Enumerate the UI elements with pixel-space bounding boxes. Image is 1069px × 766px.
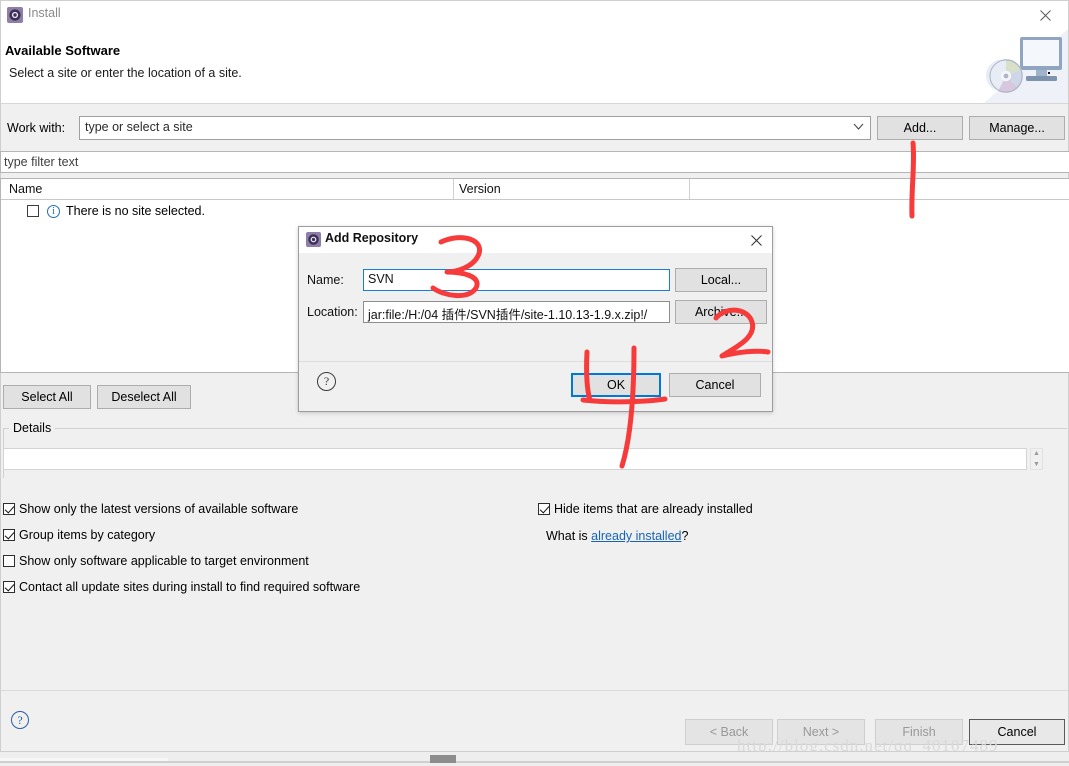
help-icon[interactable]: ? xyxy=(317,372,336,391)
checkbox[interactable] xyxy=(3,555,15,567)
location-label: Location: xyxy=(307,305,358,319)
checkbox[interactable] xyxy=(3,503,15,515)
column-header-name[interactable]: Name xyxy=(9,182,42,196)
add-repository-dialog: Add Repository Name: SVN Local... Locati… xyxy=(298,226,773,412)
work-with-label: Work with: xyxy=(7,121,66,135)
chevron-down-icon[interactable] xyxy=(853,122,864,133)
option-label: Contact all update sites during install … xyxy=(19,580,361,594)
option-label: Group items by category xyxy=(19,528,156,542)
taskbar-strip xyxy=(0,752,1069,766)
window-title: Install xyxy=(28,6,61,20)
option-label: Show only software applicable to target … xyxy=(19,554,309,568)
close-icon[interactable] xyxy=(1022,1,1068,29)
filter-input[interactable]: type filter text xyxy=(0,151,1069,173)
work-with-row: Work with: type or select a site Add... … xyxy=(1,116,1068,142)
manage-button[interactable]: Manage... xyxy=(969,116,1065,140)
help-icon[interactable]: ? xyxy=(11,711,29,729)
column-divider-2[interactable] xyxy=(689,179,690,199)
taskbar-highlight xyxy=(0,758,168,761)
option-contact-update-sites[interactable]: Contact all update sites during install … xyxy=(3,580,360,594)
what-is-already-installed: What is already installed? xyxy=(546,529,688,543)
name-label: Name: xyxy=(307,273,344,287)
option-label: Hide items that are already installed xyxy=(554,502,753,516)
archive-button[interactable]: Archive... xyxy=(675,300,767,324)
details-scrollbar[interactable]: ▲ ▼ xyxy=(1030,448,1043,470)
row-label: There is no site selected. xyxy=(66,204,205,218)
location-input[interactable]: jar:file:/H:/04 插件/SVN插件/site-1.10.13-1.… xyxy=(363,301,670,323)
option-group-by-category[interactable]: Group items by category xyxy=(3,528,155,542)
work-with-combo[interactable]: type or select a site xyxy=(79,116,871,140)
column-divider-1[interactable] xyxy=(453,179,454,199)
details-label: Details xyxy=(9,421,56,435)
option-label: Show only the latest versions of availab… xyxy=(19,502,299,516)
window-title-bar: Install xyxy=(1,1,1068,29)
table-header: Name Version xyxy=(1,179,1069,200)
checkbox[interactable] xyxy=(3,581,15,593)
add-button[interactable]: Add... xyxy=(877,116,963,140)
details-group: Details ▲ ▼ xyxy=(3,420,1067,482)
group-border-top xyxy=(3,428,1067,429)
checkbox[interactable] xyxy=(538,503,550,515)
page-subtitle: Select a site or enter the location of a… xyxy=(9,66,242,80)
table-row[interactable]: i There is no site selected. xyxy=(1,201,205,221)
name-input[interactable]: SVN xyxy=(363,269,670,291)
dialog-title: Add Repository xyxy=(325,231,419,245)
option-target-environment[interactable]: Show only software applicable to target … xyxy=(3,554,309,568)
eclipse-install-icon xyxy=(7,7,23,23)
page-title: Available Software xyxy=(5,43,121,58)
details-text xyxy=(3,448,1027,470)
taskbar-nub xyxy=(430,755,456,763)
monitor-cd-icon xyxy=(984,29,1068,103)
what-is-suffix: ? xyxy=(681,529,689,543)
scroll-down-icon[interactable]: ▼ xyxy=(1033,460,1040,469)
deselect-all-button[interactable]: Deselect All xyxy=(97,385,191,409)
scroll-up-icon[interactable]: ▲ xyxy=(1033,449,1040,458)
option-hide-installed[interactable]: Hide items that are already installed xyxy=(538,502,753,516)
row-checkbox[interactable] xyxy=(27,205,39,217)
info-icon: i xyxy=(47,204,60,218)
local-button[interactable]: Local... xyxy=(675,268,767,292)
filter-placeholder: type filter text xyxy=(4,155,79,169)
wizard-header: Available Software Select a site or ente… xyxy=(1,29,1068,104)
option-show-latest-versions[interactable]: Show only the latest versions of availab… xyxy=(3,502,298,516)
dialog-title-bar: Add Repository xyxy=(299,227,772,253)
ok-button[interactable]: OK xyxy=(571,373,661,397)
select-all-button[interactable]: Select All xyxy=(3,385,91,409)
dialog-separator xyxy=(299,361,772,362)
column-header-version[interactable]: Version xyxy=(459,182,501,196)
already-installed-link[interactable]: already installed xyxy=(591,529,681,543)
close-icon[interactable] xyxy=(745,230,767,250)
cancel-button[interactable]: Cancel xyxy=(669,373,761,397)
checkbox[interactable] xyxy=(3,529,15,541)
taskbar-line xyxy=(0,761,1069,763)
what-is-prefix: What is xyxy=(546,529,592,543)
work-with-value: type or select a site xyxy=(85,120,193,134)
eclipse-install-icon xyxy=(306,232,321,247)
